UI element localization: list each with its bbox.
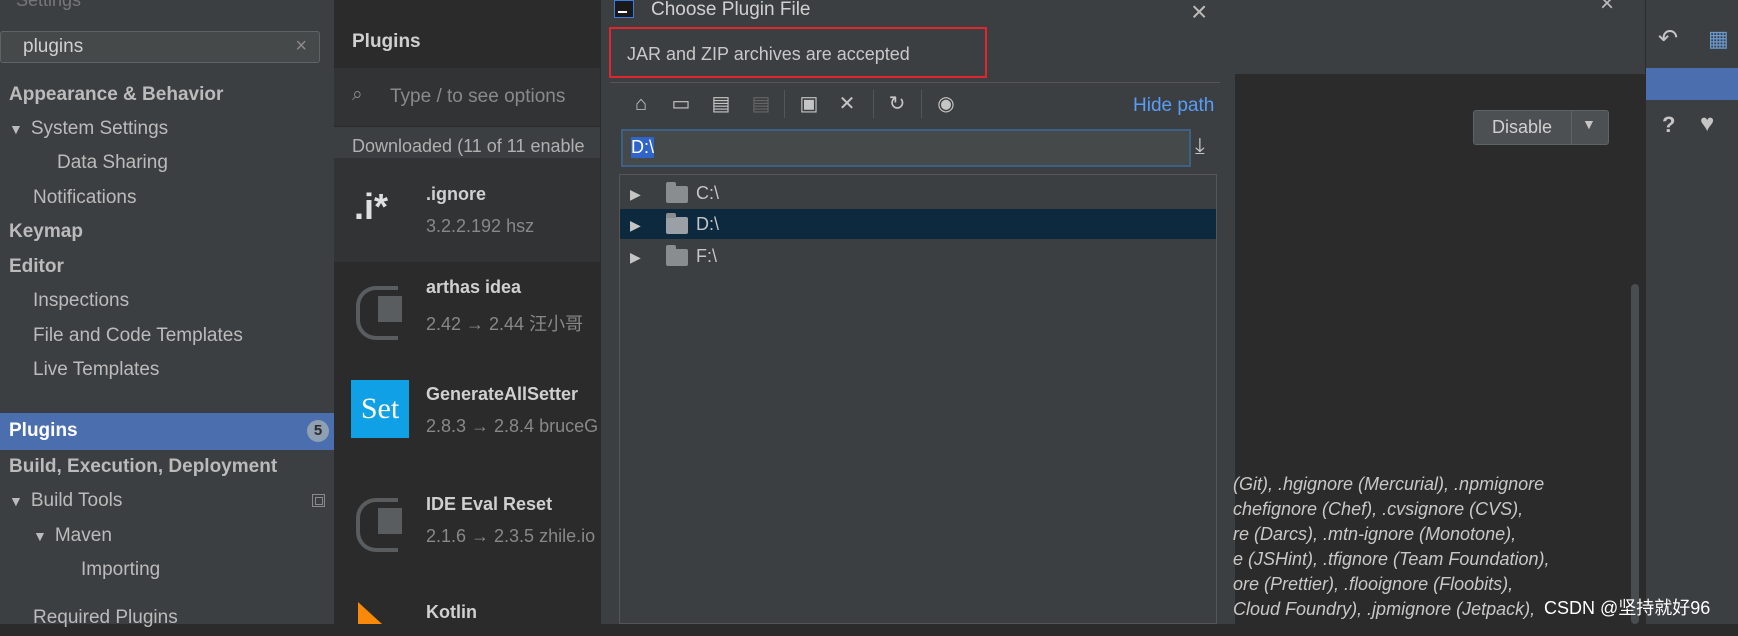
tree-item-system-settings[interactable]: ▼ System Settings — [0, 111, 343, 147]
clear-search-icon[interactable]: × — [295, 35, 307, 58]
expand-triangle-icon[interactable]: ▼ — [33, 518, 47, 554]
description-line: (Git), .hgignore (Mercurial), .npmignore — [1233, 474, 1545, 494]
plugin-row-kotlin[interactable]: Kotlin — [334, 590, 600, 624]
plug-icon — [356, 498, 402, 552]
project-scope-icon — [312, 494, 325, 507]
search-value: plugins — [23, 36, 84, 57]
tree-item-required-plugins[interactable]: Required Plugins — [0, 600, 367, 636]
downloaded-label: Downloaded (11 of 11 enable — [352, 136, 585, 156]
new-folder-icon[interactable]: ▣ — [797, 92, 821, 116]
plugin-row-ignore[interactable]: .i* .ignore 3.2.2.192 hsz — [334, 158, 600, 262]
dropdown-divider — [1571, 111, 1572, 144]
tree-item-maven[interactable]: ▼ Maven — [0, 518, 367, 554]
plugins-search-placeholder: Type / to see options — [390, 86, 566, 107]
detail-top-bar — [1235, 0, 1645, 74]
tree-item-appearance[interactable]: Appearance & Behavior — [0, 77, 343, 113]
module-folder-icon[interactable]: ▤ — [749, 92, 773, 116]
settings-sidebar: Settings plugins × Appearance & Behavior… — [0, 0, 397, 628]
folder-icon — [666, 181, 688, 203]
scrollbar[interactable] — [1631, 284, 1639, 624]
plugin-name: Kotlin — [426, 602, 477, 622]
tree-item-inspections[interactable]: Inspections — [0, 283, 367, 319]
plugin-name: IDE Eval Reset — [426, 494, 553, 514]
tree-item-notifications[interactable]: Notifications — [0, 180, 367, 216]
plugin-name: arthas idea — [426, 277, 522, 297]
show-hidden-icon[interactable]: ◉ — [934, 92, 958, 116]
plugin-name: .ignore — [426, 184, 487, 204]
plugin-row-ide-eval-reset[interactable]: IDE Eval Reset 2.1.6 → 2.3.5 zhile.io — [334, 474, 600, 578]
description-line: ore (Prettier), .flooignore (Floobits), — [1233, 574, 1514, 594]
search-icon: ⌕ — [352, 84, 363, 105]
plugin-version: 3.2.2.192 hsz — [426, 216, 535, 236]
plugin-name: GenerateAllSetter — [426, 384, 579, 404]
undo-icon[interactable]: ↶ — [1658, 24, 1678, 53]
help-icon[interactable]: ? — [1662, 112, 1675, 138]
expand-triangle-icon[interactable]: ▶ — [620, 179, 666, 209]
plugins-update-badge: 5 — [307, 420, 329, 442]
tree-item-data-sharing[interactable]: Data Sharing — [0, 145, 391, 181]
project-folder-icon[interactable]: ▤ — [709, 92, 733, 116]
tree-item-live-templates[interactable]: Live Templates — [0, 352, 367, 388]
dialog-hint: JAR and ZIP archives are accepted — [627, 44, 910, 64]
selected-band — [1646, 68, 1738, 100]
set-plugin-icon: Set — [351, 380, 409, 438]
disable-button[interactable]: Disable ▼ — [1473, 110, 1609, 145]
folder-icon — [666, 244, 688, 266]
expand-triangle-icon[interactable]: ▶ — [620, 210, 666, 240]
folder-tool-icon[interactable]: ▦ — [1708, 26, 1729, 52]
plugin-version: 2.42 → 2.44 汪小哥 — [426, 314, 584, 334]
description-line: chefignore (Chef), .cvsignore (CVS), — [1233, 499, 1524, 519]
plugin-row-arthas[interactable]: arthas idea 2.42 → 2.44 汪小哥 — [334, 262, 600, 366]
delete-icon[interactable]: ✕ — [835, 92, 859, 116]
separator — [610, 82, 1220, 83]
plug-icon — [356, 286, 402, 340]
toolbar-divider — [784, 90, 785, 118]
csdn-watermark: CSDN @坚持就好96 — [1544, 598, 1711, 618]
chevron-down-icon[interactable]: ▼ — [1582, 116, 1596, 132]
tree-item-file-code-templates[interactable]: File and Code Templates — [0, 318, 367, 354]
close-icon[interactable]: × — [1191, 0, 1207, 28]
tree-item-editor[interactable]: Editor — [0, 249, 343, 285]
toolbar-divider — [921, 90, 922, 118]
file-row-f[interactable]: ▶ F:\ — [620, 241, 1216, 271]
plugin-row-generateallsetter[interactable]: Set GenerateAllSetter 2.8.3 → 2.8.4 bruc… — [334, 366, 600, 470]
settings-window-title: Settings — [16, 0, 82, 10]
choose-plugin-file-dialog: Choose Plugin File × JAR and ZIP archive… — [600, 0, 1237, 624]
tree-item-plugins[interactable]: Plugins 5 — [0, 413, 343, 450]
file-row-c[interactable]: ▶ C:\ — [620, 178, 1216, 208]
home-icon[interactable]: ⌂ — [629, 92, 653, 116]
file-row-d[interactable]: ▶ D:\ — [620, 209, 1216, 239]
plugin-version: 2.8.3 → 2.8.4 bruceG — [426, 416, 599, 436]
refresh-icon[interactable]: ↻ — [885, 92, 909, 116]
intellij-logo-icon — [614, 0, 634, 18]
download-icon[interactable]: ⤓ — [1195, 133, 1205, 159]
tree-item-build-execution[interactable]: Build, Execution, Deployment — [0, 449, 343, 485]
settings-search-input[interactable]: plugins × — [0, 31, 320, 63]
hide-path-link[interactable]: Hide path — [1133, 95, 1214, 117]
desktop-icon[interactable]: ▭ — [669, 92, 693, 116]
tree-item-keymap[interactable]: Keymap — [0, 214, 343, 250]
tree-item-build-tools[interactable]: ▼ Build Tools — [0, 483, 343, 519]
description-line: e (JSHint), .tfignore (Team Foundation), — [1233, 549, 1550, 569]
expand-triangle-icon[interactable]: ▶ — [620, 242, 666, 272]
disable-label: Disable — [1492, 117, 1553, 137]
expand-triangle-icon[interactable]: ▼ — [9, 111, 23, 147]
plugin-version: 2.1.6 → 2.3.5 zhile.io — [426, 526, 596, 546]
plugins-search-bar[interactable]: ⌕ Type / to see options — [334, 68, 600, 126]
right-tool-strip: ↶ ▦ ? ♥ — [1645, 0, 1738, 624]
path-value: D:\ — [631, 137, 655, 158]
ignore-plugin-icon: .i* — [354, 186, 389, 227]
heart-icon[interactable]: ♥ — [1700, 110, 1714, 138]
expand-triangle-icon[interactable]: ▼ — [9, 483, 23, 519]
folder-icon — [666, 212, 688, 234]
description-line: re (Darcs), .mtn-ignore (Monotone), — [1233, 524, 1517, 544]
dialog-title: Choose Plugin File — [651, 0, 811, 20]
path-input[interactable]: D:\ — [621, 129, 1191, 167]
toolbar-divider — [873, 90, 874, 118]
plugins-header: Plugins — [352, 31, 421, 52]
detail-window-close-icon[interactable]: × — [1600, 0, 1614, 18]
kotlin-icon — [358, 602, 382, 624]
